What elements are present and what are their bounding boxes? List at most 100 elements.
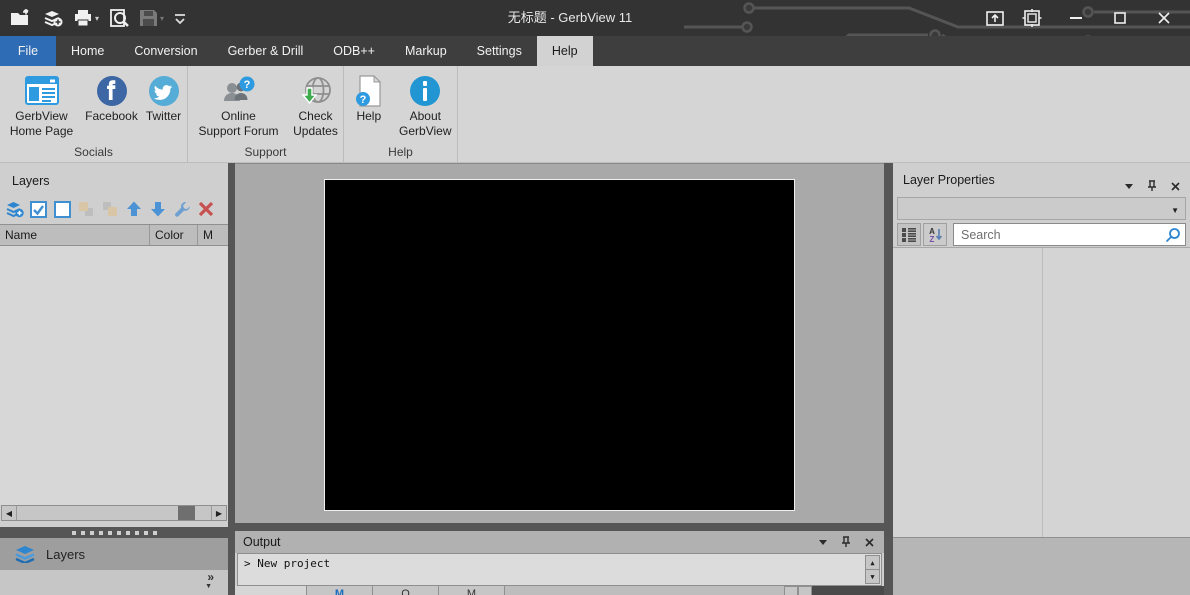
help-doc-icon: ? [354, 73, 384, 109]
button-label: Twitter [146, 109, 181, 124]
browser-icon [25, 73, 59, 109]
scrollbar-thumb[interactable] [178, 506, 195, 520]
layers-toolbar [4, 196, 216, 222]
left-splitter[interactable] [228, 163, 235, 595]
button-label: GerbView [399, 124, 451, 139]
maximize-icon[interactable] [1100, 4, 1140, 32]
tab-strip-end [812, 586, 884, 595]
output-panel-titlebar: Output [235, 531, 884, 553]
output-log[interactable]: > New project ▲ ▼ [237, 553, 882, 586]
pin-icon[interactable] [1145, 179, 1159, 193]
layers-panel-tab[interactable]: Layers [0, 538, 228, 570]
ribbon-tab-bar: File Home Conversion Gerber & Drill ODB+… [0, 36, 1190, 66]
column-header-color[interactable]: Color [150, 225, 198, 245]
online-support-forum-button[interactable]: ? Online Support Forum [189, 66, 289, 139]
overflow-caret-icon[interactable]: ▼ [205, 583, 212, 590]
tab-scroll-right-icon[interactable] [798, 586, 812, 595]
about-gerbview-button[interactable]: About GerbView [394, 66, 457, 139]
layers-horizontal-scrollbar[interactable]: ◀ ▶ [1, 505, 227, 521]
save-dropdown-icon: ▾ [160, 14, 164, 23]
tab-settings[interactable]: Settings [462, 36, 537, 66]
output-vertical-scrollbar[interactable]: ▲ ▼ [865, 555, 880, 585]
dropdown-icon[interactable] [1122, 179, 1136, 193]
scroll-up-icon[interactable]: ▲ [865, 555, 880, 570]
layer-select-combobox[interactable]: ▼ [897, 197, 1186, 220]
chevron-down-icon: ▼ [1171, 206, 1179, 215]
button-label: Online [221, 109, 256, 124]
column-header-name[interactable]: Name [0, 225, 150, 245]
tab-help[interactable]: Help [537, 36, 593, 66]
output-tab[interactable]: M [307, 586, 373, 595]
button-label: Check [298, 109, 332, 124]
scroll-left-icon[interactable]: ◀ [2, 506, 17, 520]
minimize-icon[interactable] [1056, 4, 1096, 32]
facebook-button[interactable]: Facebook [83, 66, 141, 124]
property-grid-divider[interactable] [1042, 248, 1043, 537]
help-button[interactable]: ? Help [344, 66, 394, 124]
tab-gerber-drill[interactable]: Gerber & Drill [213, 36, 319, 66]
tab-label-fragment: M [335, 588, 344, 595]
move-down-icon[interactable] [148, 199, 168, 219]
pin-icon[interactable] [839, 535, 853, 549]
categorized-view-icon[interactable] [897, 223, 921, 246]
tab-markup[interactable]: Markup [390, 36, 462, 66]
close-icon[interactable] [1144, 4, 1184, 32]
delete-layer-icon[interactable] [196, 199, 216, 219]
tab-scroll-left-icon[interactable] [784, 586, 798, 595]
output-tab[interactable] [235, 586, 307, 595]
scroll-right-icon[interactable]: ▶ [211, 506, 226, 520]
print-icon[interactable]: ▾ [71, 6, 101, 30]
button-label: Updates [293, 124, 338, 139]
output-tab[interactable]: M [439, 586, 505, 595]
right-splitter[interactable] [884, 163, 893, 595]
layers-list[interactable] [0, 246, 228, 505]
close-icon[interactable] [1168, 179, 1182, 193]
tab-file[interactable]: File [0, 36, 56, 66]
search-input[interactable] [954, 224, 1185, 245]
sort-az-icon[interactable]: A Z [923, 223, 947, 246]
button-label: Help [356, 109, 381, 124]
properties-panel-footer [893, 538, 1190, 595]
layer-settings-wrench-icon[interactable] [172, 199, 192, 219]
ribbon-display-options-icon[interactable] [1012, 4, 1052, 32]
check-updates-button[interactable]: Check Updates [289, 66, 343, 139]
tab-label-fragment: M [467, 588, 476, 595]
ribbon-group-help: ? Help About GerbView Help [344, 66, 458, 162]
search-icon[interactable] [1165, 227, 1181, 243]
print-dropdown-icon[interactable]: ▾ [95, 14, 99, 23]
checked-checkbox-icon[interactable] [28, 199, 48, 219]
close-icon[interactable] [862, 535, 876, 549]
output-splitter[interactable] [235, 523, 884, 531]
layers-panel-title: Layers [0, 169, 228, 193]
twitter-icon [148, 73, 180, 109]
minimize-ribbon-icon[interactable] [982, 4, 1008, 32]
unchecked-checkbox-icon[interactable] [52, 199, 72, 219]
window-controls [982, 0, 1184, 36]
viewer-canvas[interactable] [235, 163, 884, 523]
scroll-down-icon[interactable]: ▼ [865, 569, 880, 584]
layers-panel-footer: » ▼ [0, 570, 228, 595]
dropdown-icon[interactable] [816, 535, 830, 549]
ribbon-group-support: ? Online Support Forum [188, 66, 344, 162]
scrollbar-track[interactable] [17, 506, 211, 520]
add-layers-icon[interactable] [39, 6, 65, 30]
gerbview-home-page-button[interactable]: GerbView Home Page [1, 66, 83, 139]
ribbon-group-socials: GerbView Home Page Facebook [0, 66, 188, 162]
svg-text:?: ? [243, 79, 250, 91]
move-up-icon[interactable] [124, 199, 144, 219]
add-layers-icon[interactable] [4, 199, 24, 219]
property-grid[interactable] [893, 247, 1190, 538]
tab-odb[interactable]: ODB++ [318, 36, 390, 66]
overflow-chevron-icon[interactable]: » [207, 570, 214, 584]
print-preview-icon[interactable] [107, 6, 131, 30]
output-title: Output [243, 535, 281, 549]
output-tab[interactable]: O [373, 586, 439, 595]
twitter-button[interactable]: Twitter [141, 66, 187, 124]
open-file-icon[interactable] [8, 6, 33, 30]
column-header-m[interactable]: M [198, 225, 226, 245]
customize-quick-access-icon[interactable] [172, 6, 188, 30]
properties-toolbar: A Z [897, 223, 1186, 246]
tab-home[interactable]: Home [56, 36, 119, 66]
panel-splitter-handle[interactable] [0, 527, 228, 538]
tab-conversion[interactable]: Conversion [119, 36, 212, 66]
